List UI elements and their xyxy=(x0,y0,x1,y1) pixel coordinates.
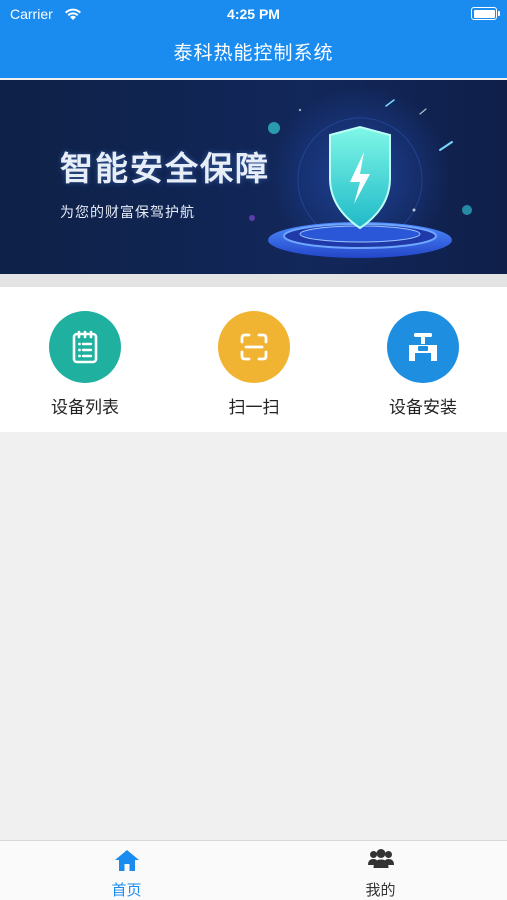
device-install-button[interactable]: 设备安装 xyxy=(348,311,498,418)
tab-home-label: 首页 xyxy=(111,881,142,899)
device-list-icon-circle xyxy=(49,311,121,383)
valve-icon xyxy=(409,333,437,361)
battery-icon xyxy=(471,7,500,20)
tab-home[interactable]: 首页 xyxy=(0,841,253,900)
quick-actions-panel: 设备列表 扫一扫 设备安装 xyxy=(0,287,507,432)
users-icon xyxy=(254,848,507,874)
section-divider xyxy=(0,274,507,287)
home-icon xyxy=(0,848,253,876)
content-area xyxy=(0,432,507,840)
banner-subtitle: 为您的财富保驾护航 xyxy=(60,205,195,221)
device-list-label: 设备列表 xyxy=(51,398,119,418)
device-list-button[interactable]: 设备列表 xyxy=(10,311,160,418)
tab-mine-label: 我的 xyxy=(365,881,396,899)
scan-icon xyxy=(240,333,268,361)
device-install-label: 设备安装 xyxy=(389,398,457,418)
clipboard-list-icon xyxy=(72,330,98,364)
banner-headline: 智能安全保障 xyxy=(60,149,270,188)
tab-mine[interactable]: 我的 xyxy=(254,841,507,900)
tab-bar: 首页 我的 xyxy=(0,840,507,900)
scan-icon-circle xyxy=(218,311,290,383)
scan-label: 扫一扫 xyxy=(228,398,280,418)
device-install-icon-circle xyxy=(387,311,459,383)
scan-button[interactable]: 扫一扫 xyxy=(179,311,329,418)
clock: 4:25 PM xyxy=(227,6,280,22)
navigation-bar: 泰科热能控制系统 xyxy=(0,28,507,78)
promo-banner[interactable]: 智能安全保障 为您的财富保驾护航 xyxy=(0,80,507,274)
status-bar: Carrier 4:25 PM xyxy=(0,0,507,28)
page-title: 泰科热能控制系统 xyxy=(173,42,334,64)
